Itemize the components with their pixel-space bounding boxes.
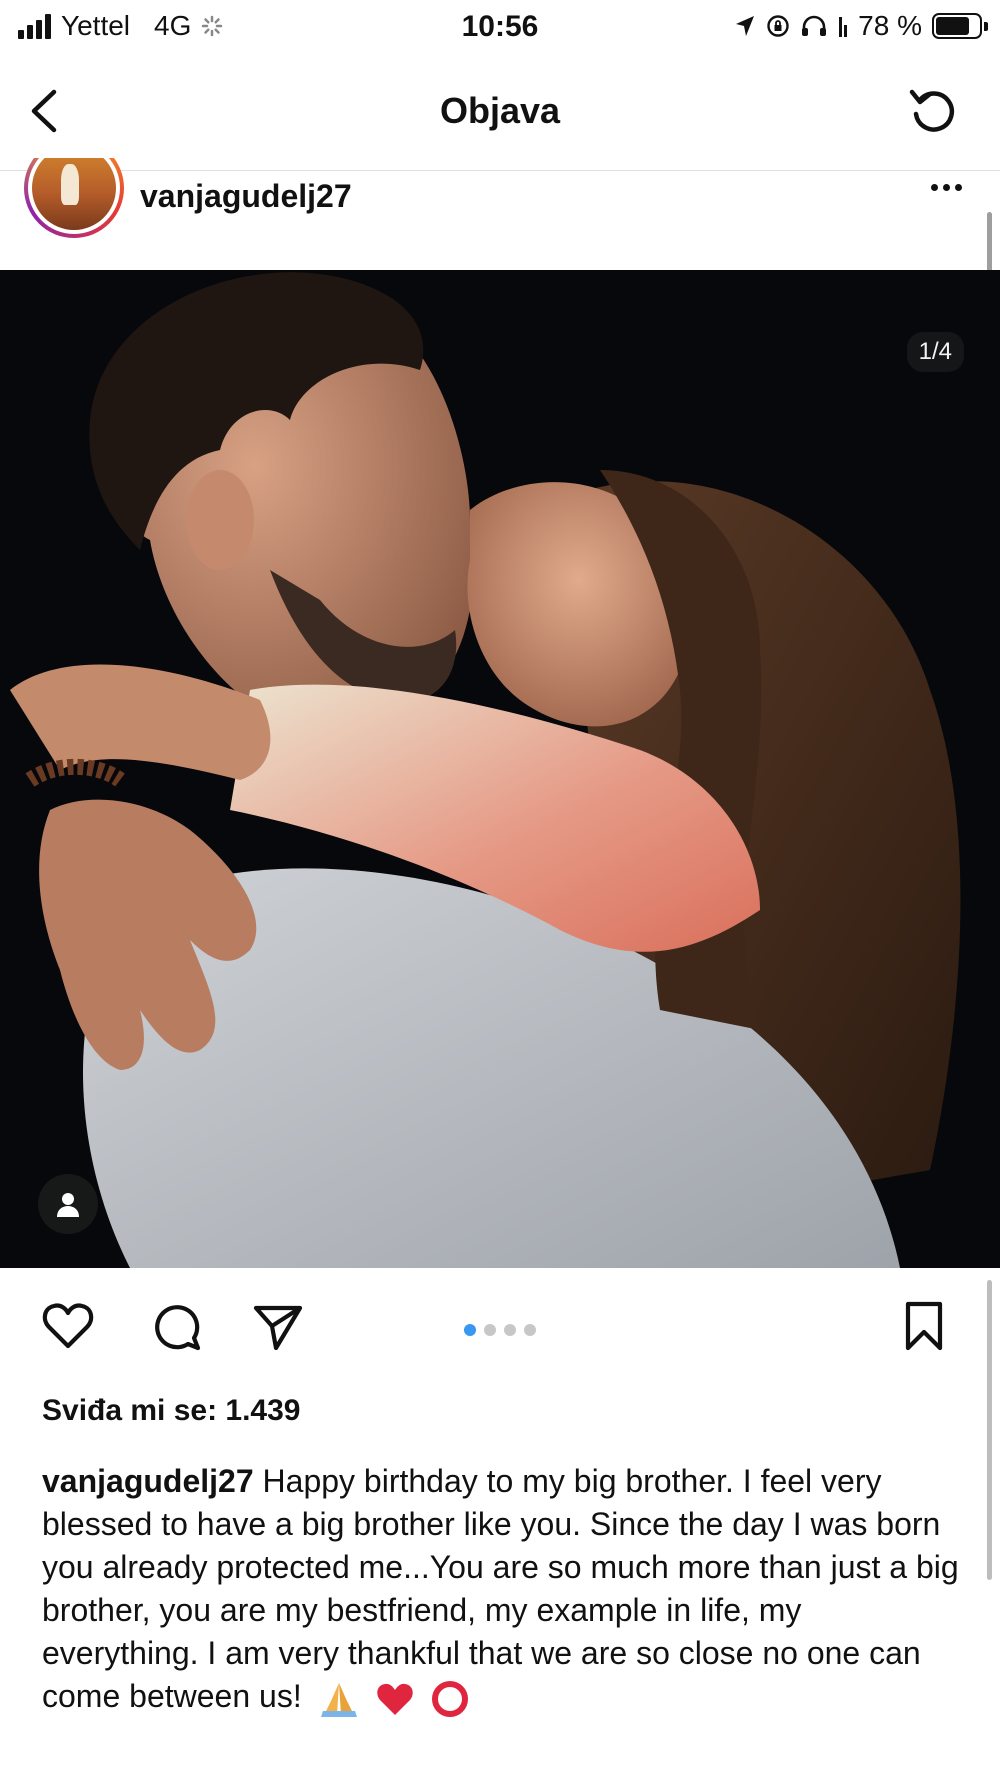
scrollbar[interactable] xyxy=(987,212,992,274)
page-title: Objava xyxy=(439,90,561,131)
caption-text: Happy birthday to my big brother. I feel… xyxy=(42,1463,959,1714)
post-caption: vanjagudelj27 Happy birthday to my big b… xyxy=(42,1460,962,1719)
avatar-image xyxy=(32,158,116,230)
status-bar: Yettel 4G 10:56 78 % xyxy=(0,0,1000,56)
post-header: vanjagudelj27 xyxy=(0,158,1000,270)
navigation-bar: Objava xyxy=(0,66,1000,156)
carousel-dot xyxy=(464,1324,476,1336)
red-heart-emoji xyxy=(377,1683,414,1715)
location-arrow-icon xyxy=(736,16,755,36)
post-photo[interactable]: 1/4 xyxy=(0,270,1000,1268)
story-ring xyxy=(24,158,124,238)
action-bar xyxy=(0,1290,1000,1360)
carousel-dot xyxy=(524,1324,536,1336)
refresh-icon[interactable] xyxy=(906,84,960,138)
status-right: 78 % xyxy=(734,10,988,42)
carousel-dot xyxy=(504,1324,516,1336)
person-icon[interactable] xyxy=(38,1174,98,1234)
bookmark-icon[interactable] xyxy=(896,1298,952,1354)
signal-mini-icon xyxy=(839,17,848,37)
likes-count[interactable]: Sviđa mi se: 1.439 xyxy=(42,1394,301,1428)
carousel-indicator xyxy=(0,1324,1000,1336)
avatar[interactable] xyxy=(24,158,124,244)
battery-percent: 78 % xyxy=(858,10,922,41)
image-counter: 1/4 xyxy=(906,332,964,372)
post-username[interactable]: vanjagudelj27 xyxy=(140,178,352,215)
screen-lock-icon xyxy=(767,15,789,37)
headphones-icon xyxy=(802,15,827,36)
folded-hands-emoji xyxy=(320,1682,357,1717)
more-horizontal-icon[interactable] xyxy=(931,184,962,191)
carousel-dot xyxy=(484,1324,496,1336)
battery-icon xyxy=(932,13,988,39)
caption-username[interactable]: vanjagudelj27 xyxy=(42,1463,254,1499)
battery-fill xyxy=(936,17,969,35)
photo-image xyxy=(0,270,1000,1268)
hollow-red-circle-emoji xyxy=(432,1680,469,1717)
page-scrollbar[interactable] xyxy=(987,1280,992,1580)
